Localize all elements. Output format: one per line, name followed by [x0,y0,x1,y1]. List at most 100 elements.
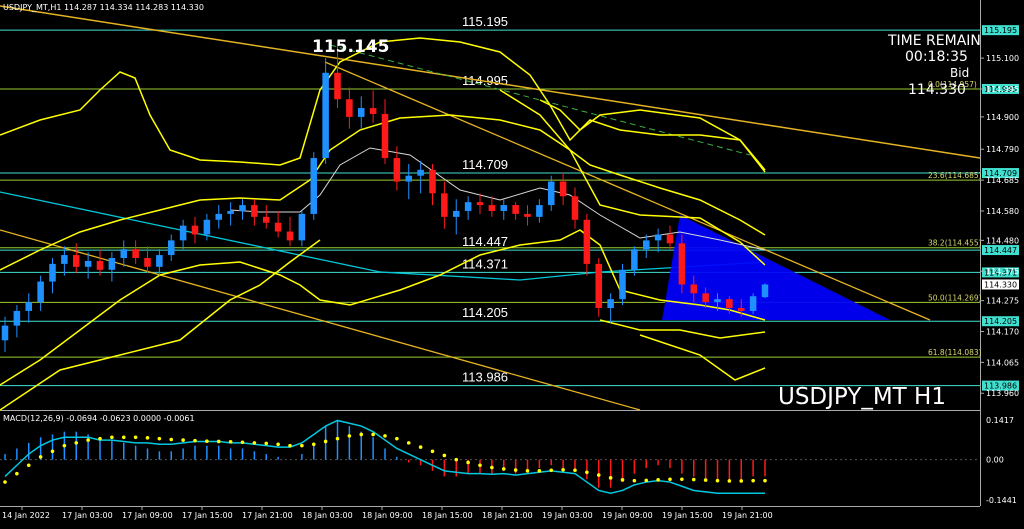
candle-body [369,108,377,114]
macd-signal-dot [727,479,732,483]
macd-tick-label: -0.1441 [986,496,1017,505]
time-tick-label: 17 Jan 03:00 [62,511,113,520]
macd-signal-dot [240,440,245,445]
price-tick-label: 114.170 [986,328,1019,337]
macd-signal-dot [50,449,55,454]
candle-body [156,255,163,267]
level-label: 114.371 [462,256,508,271]
level-label: 113.986 [462,370,508,385]
candle-body [642,240,650,250]
candle-body [536,205,543,217]
candle-body [25,302,33,311]
candle-body [49,263,56,282]
macd-signal-dot [418,445,423,449]
macd-signal-dot [703,478,708,482]
macd-signal-dot [691,477,696,482]
macd-signal-dot [216,439,221,444]
macd-signal-dot [252,441,257,445]
macd-signal-dot [110,435,114,440]
time-tick-label: 18 Jan 09:00 [362,511,413,520]
macd-signal-dot [228,439,233,444]
candle-body [654,234,662,241]
time-tick-label: 18 Jan 15:00 [422,511,473,520]
candle-body [322,72,329,159]
candle-body [512,205,519,214]
macd-signal-dot [608,476,613,480]
candle-body [714,299,721,303]
macd-signal-dot [323,439,328,444]
level-axis-label: 114.205 [984,317,1017,326]
time-tick-label: 19 Jan 03:00 [542,511,593,520]
macd-signal-dot [38,455,43,459]
price-chart[interactable]: 115.195115.195114.995114.995114.709114.7… [0,0,1024,525]
price-tick-label: 114.685 [986,176,1019,185]
macd-signal-dot [86,438,90,442]
candle-body [310,158,318,214]
price-tick-label: 114.480 [986,236,1019,245]
bid-label: Bid [950,66,969,80]
candle-body [239,205,246,211]
level-axis-label: 114.447 [984,246,1017,255]
symbol-info: USDJPY_MT,H1 114.287 114.334 114.283 114… [3,3,204,12]
macd-signal-dot [15,471,19,476]
candle-body [452,210,460,217]
level-label: 114.709 [462,157,508,172]
macd-signal-dot [371,432,375,437]
candle-body [726,299,733,308]
candle-body [167,240,175,256]
fib-label: 61.8(114.083) [928,348,982,357]
candle-body [334,72,341,100]
macd-signal-dot [430,449,435,454]
candle-body [761,284,769,298]
candle-body [666,234,674,244]
candle-body [108,258,116,270]
candle-body [381,113,389,159]
candle-body [357,108,365,117]
macd-signal-dot [62,443,67,448]
macd-signal-dot [157,436,162,441]
candle-body [286,231,294,241]
current-price-label: 114.330 [984,280,1017,289]
macd-signal-dot [406,441,411,445]
macd-signal-dot [205,439,209,443]
candle-body [690,284,698,294]
candle-body [251,205,258,217]
candle-body [298,213,306,241]
chart-window[interactable]: 115.195 115.195 114.995 114.995 114.709 114.7… [0,0,1024,525]
macd-signal-dot [632,478,637,483]
bid-value: 114.330 [908,82,966,98]
macd-signal-dot [276,442,280,447]
candle-body [607,299,614,308]
level-axis-label: 115.195 [984,26,1017,35]
candle-body [203,219,211,235]
price-tick-label: 114.900 [986,113,1019,122]
candle-body [524,213,531,217]
macd-signal-dot [383,434,387,438]
candle-body [72,255,80,267]
candle-body [274,222,282,232]
candle-body [500,205,508,211]
symbol-title: USDJPY_MT H1 [778,384,946,410]
time-tick-label: 19 Jan 15:00 [662,511,713,520]
macd-signal-dot [668,477,672,482]
macd-signal-dot [26,463,31,468]
macd-signal-dot [454,457,459,462]
peak-label: 115.145 [312,37,389,57]
candle-body [749,296,757,311]
price-tick-label: 113.960 [986,389,1019,398]
candle-body [571,196,579,220]
candle-body [476,202,484,206]
time-tick-label: 19 Jan 09:00 [602,511,653,520]
candle-body [405,175,413,182]
candle-body [179,225,187,241]
candle-body [631,249,638,270]
macd-info: MACD(12,26,9) -0.0694 -0.0623 0.0000 -0.… [3,414,195,423]
price-tick-label: 114.580 [986,207,1019,216]
macd-signal-dot [513,468,518,472]
candle-body [547,181,555,206]
time-tick-label: 18 Jan 03:00 [302,511,353,520]
macd-signal-dot [169,437,174,442]
time-tick-label: 17 Jan 21:00 [242,511,293,520]
time-tick-label: 14 Jan 2022 [2,511,50,520]
level-label: 114.205 [462,305,508,320]
